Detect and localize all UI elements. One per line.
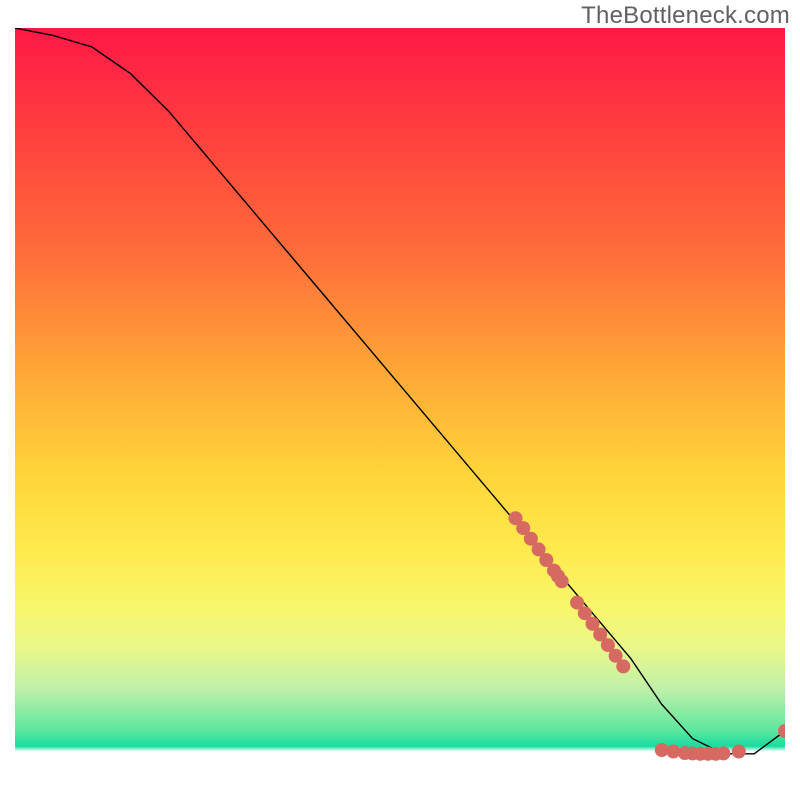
highlight-dot [716, 746, 730, 760]
chart-stage: TheBottleneck.com [0, 0, 800, 800]
highlight-dot [732, 745, 746, 759]
highlight-dot [555, 574, 569, 588]
highlight-dots-layer [509, 511, 786, 761]
highlight-dot [616, 659, 630, 673]
bottleneck-curve [15, 28, 785, 754]
plot-area [15, 28, 785, 788]
watermark-label: TheBottleneck.com [581, 2, 790, 30]
chart-overlay-svg [15, 28, 785, 788]
